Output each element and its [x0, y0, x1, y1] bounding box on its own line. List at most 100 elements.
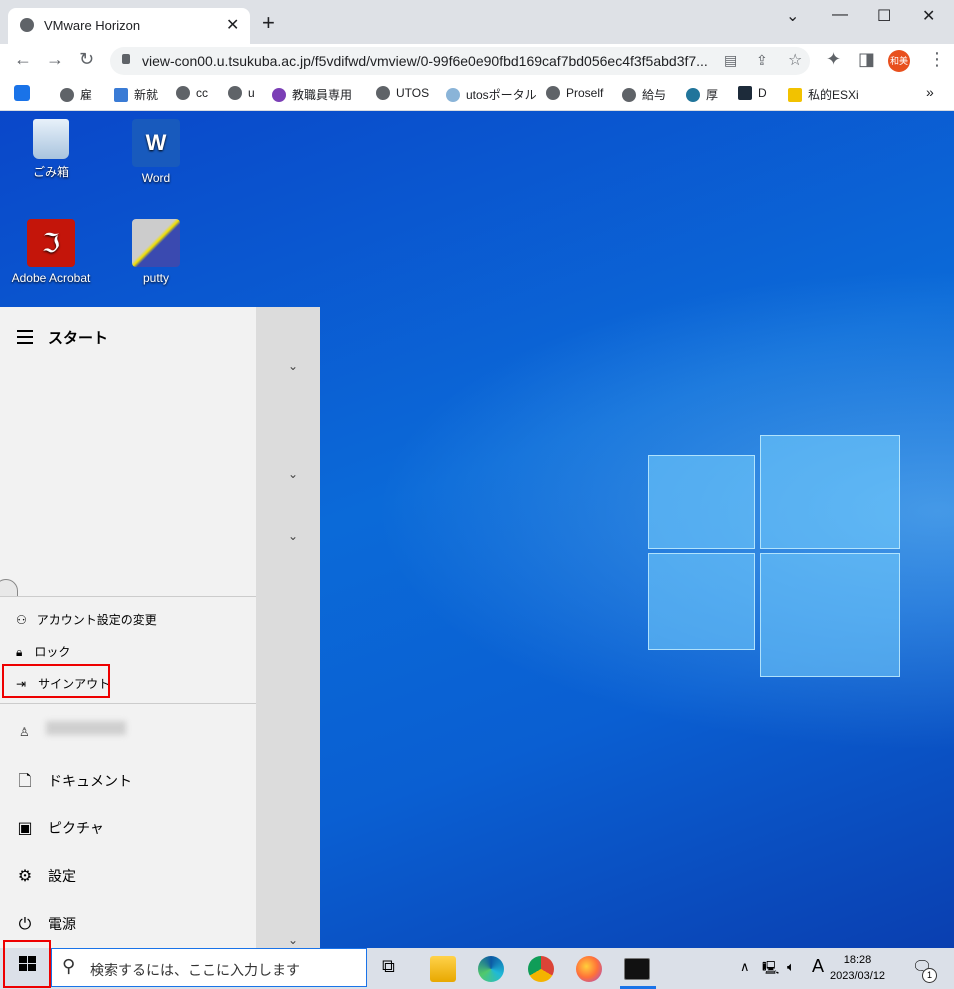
chevron-down-icon[interactable]: ⌄: [288, 529, 298, 543]
python-icon: [788, 88, 802, 102]
cloud-icon: [446, 88, 460, 102]
globe-icon: [176, 86, 190, 100]
start-item-pictures[interactable]: ▣ ピクチャ: [16, 818, 103, 838]
desktop-icon-putty[interactable]: putty: [111, 219, 201, 285]
word-icon: W: [132, 119, 180, 167]
share-icon[interactable]: ⇪: [756, 52, 768, 69]
tab-favicon-icon: [20, 18, 34, 32]
url-text: view-con00.u.tsukuba.ac.jp/f5vdifwd/vmvi…: [142, 53, 708, 69]
bookmarks-bar: 雇 新就 cc u 教職員専用 UTOS utosポータル Proself 給与…: [0, 78, 954, 111]
taskbar: ⚲ 検索するには、ここに入力します ⧉ ∧ 🖳︎ 🔈︎ A 18:28 2023…: [0, 940, 954, 989]
firefox-icon[interactable]: [576, 956, 602, 982]
bookmark-item[interactable]: Proself: [546, 86, 603, 100]
more-bookmarks-button[interactable]: »: [926, 84, 934, 100]
user-icon: ♙: [19, 725, 30, 739]
tab-search-icon[interactable]: ⌄: [786, 6, 799, 26]
desktop-icon-word[interactable]: W Word: [111, 119, 201, 185]
volume-icon[interactable]: 🔈︎: [787, 959, 795, 975]
desktop-icon-recycle-bin[interactable]: ごみ箱: [6, 119, 96, 180]
new-tab-button[interactable]: +: [262, 12, 275, 34]
tab-title: VMware Horizon: [44, 18, 141, 33]
menu-kebab-icon[interactable]: ⋮: [928, 49, 946, 70]
start-menu: ⌄ ⌄ ⌄ ⌄ スタート ⚇ アカウント設定の変更 🔒︎ ロック ⇥ サインアウト ♙…: [0, 307, 320, 948]
bookmark-item[interactable]: 厚: [686, 86, 718, 103]
account-settings-icon: ⚇: [16, 613, 27, 627]
bookmark-item[interactable]: 給与: [622, 86, 666, 103]
globe-icon: [622, 88, 636, 102]
edge-icon[interactable]: [478, 956, 504, 982]
network-icon[interactable]: 🖳︎: [762, 959, 779, 981]
document-icon: 🗋: [18, 773, 32, 790]
globe-icon: [376, 86, 390, 100]
bookmark-item[interactable]: 新就: [114, 86, 158, 103]
chevron-down-icon[interactable]: ⌄: [288, 933, 298, 947]
browser-toolbar: ← → ↻ view-con00.u.tsukuba.ac.jp/f5vdifw…: [0, 44, 954, 78]
address-bar[interactable]: view-con00.u.tsukuba.ac.jp/f5vdifwd/vmvi…: [110, 47, 810, 75]
chevron-down-icon[interactable]: ⌄: [288, 467, 298, 481]
chrome-icon[interactable]: [528, 956, 554, 982]
settings-icon: ⚙: [17, 868, 33, 885]
terminal-icon[interactable]: [624, 958, 650, 980]
extensions-icon[interactable]: ✦: [826, 49, 841, 70]
maximize-button[interactable]: ☐: [877, 6, 891, 26]
minimize-button[interactable]: —: [832, 6, 848, 24]
acrobat-icon: ℑ: [27, 219, 75, 267]
bookmark-item[interactable]: utosポータル: [446, 86, 537, 103]
bookmark-item[interactable]: UTOS: [376, 86, 429, 100]
forward-button[interactable]: →: [46, 49, 64, 70]
grape-icon: [272, 88, 286, 102]
browser-tab-bar: VMware Horizon ✕ + ⌄ — ☐ ✕: [0, 0, 954, 44]
bookmark-item[interactable]: 雇: [60, 86, 92, 103]
tab-close-icon[interactable]: ✕: [226, 15, 239, 35]
start-item-documents[interactable]: 🗋 ドキュメント: [16, 770, 132, 797]
bookmark-star-icon[interactable]: ☆: [788, 50, 802, 70]
pictures-icon: ▣: [17, 820, 33, 837]
profile-avatar[interactable]: 和美: [888, 50, 910, 72]
close-window-button[interactable]: ✕: [922, 6, 935, 26]
account-settings-item[interactable]: ⚇ アカウント設定の変更: [16, 611, 157, 628]
desktop-icon-acrobat[interactable]: ℑ Adobe Acrobat: [6, 219, 96, 285]
user-name-blurred[interactable]: [46, 721, 126, 735]
globe-icon: [546, 86, 560, 100]
recycle-bin-icon: [33, 119, 69, 159]
chart-icon: [114, 88, 128, 102]
side-panel-icon[interactable]: ◨: [858, 49, 875, 70]
ime-indicator[interactable]: A: [812, 956, 824, 977]
chevron-down-icon[interactable]: ⌄: [288, 359, 298, 373]
hamburger-menu-icon[interactable]: [17, 330, 33, 348]
sign-out-highlight-box: [2, 664, 110, 698]
bookmark-item[interactable]: u: [228, 86, 255, 100]
clock[interactable]: 18:28 2023/03/12: [830, 952, 885, 984]
start-item-settings[interactable]: ⚙ 設定: [16, 866, 76, 886]
lock-item[interactable]: 🔒︎ ロック: [16, 643, 70, 660]
power-icon: ⏻: [18, 916, 32, 933]
start-menu-title: スタート: [48, 330, 109, 347]
reload-button[interactable]: ↻: [79, 49, 94, 70]
browser-tab[interactable]: VMware Horizon ✕: [8, 8, 250, 44]
task-view-icon[interactable]: ⧉: [382, 956, 395, 977]
notification-count-badge: 1: [922, 968, 937, 983]
start-button[interactable]: [3, 940, 51, 988]
start-item-power[interactable]: ⏻ 電源: [16, 914, 76, 934]
back-button[interactable]: ←: [14, 49, 32, 70]
apps-icon[interactable]: [14, 85, 30, 101]
clipboard-icon[interactable]: ▤: [724, 52, 737, 69]
bookmark-item[interactable]: D: [738, 86, 767, 100]
bookmark-item[interactable]: cc: [176, 86, 208, 100]
globe-icon: [60, 88, 74, 102]
start-menu-tiles-area: [256, 307, 320, 948]
windows-logo-wallpaper: [648, 419, 900, 679]
clock-date: 2023/03/12: [830, 970, 886, 982]
bookmark-item[interactable]: 教職員専用: [272, 86, 352, 103]
file-explorer-icon[interactable]: [430, 956, 456, 982]
taskbar-search-box[interactable]: ⚲ 検索するには、ここに入力します: [51, 948, 367, 987]
hex-icon: [738, 86, 752, 100]
show-hidden-icons-chevron-icon[interactable]: ∧: [740, 959, 750, 975]
search-icon: ⚲: [62, 956, 76, 976]
clock-time: 18:28: [843, 954, 872, 966]
lock-icon[interactable]: [122, 54, 130, 64]
putty-icon: [132, 219, 180, 267]
bookmark-item[interactable]: 私的ESXi: [788, 86, 859, 103]
lock-icon: 🔒︎: [16, 645, 23, 659]
wordpress-icon: [686, 88, 700, 102]
